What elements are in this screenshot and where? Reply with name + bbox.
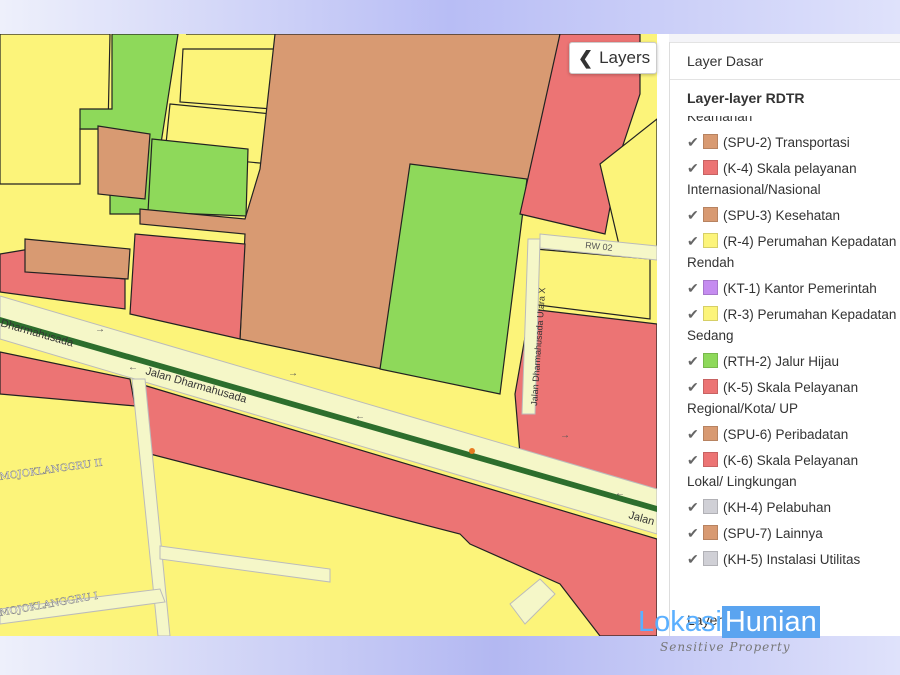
layer-item-label: (KH-5) Instalasi Utilitas bbox=[723, 552, 861, 567]
top-frame bbox=[0, 0, 900, 34]
checkbox-checked-icon[interactable]: ✔ bbox=[687, 205, 701, 226]
watermark-part1: Lokasi bbox=[638, 606, 722, 638]
layer-item[interactable]: ✔ (KT-1) Kantor Pemerintah bbox=[687, 278, 897, 299]
layer-item[interactable]: ✔ (SPU-2) Transportasi bbox=[687, 132, 897, 153]
layer-item[interactable]: ✔ (KH-5) Instalasi Utilitas bbox=[687, 549, 897, 570]
checkbox-checked-icon[interactable]: ✔ bbox=[687, 523, 701, 544]
layer-color-swatch bbox=[703, 280, 718, 295]
checkbox-checked-icon[interactable]: ✔ bbox=[687, 377, 701, 398]
layer-item-partial: Keamanan bbox=[687, 116, 897, 127]
watermark-tagline: Sensitive Property bbox=[660, 640, 791, 654]
layer-item-label: (SPU-3) Kesehatan bbox=[723, 208, 841, 223]
layer-item-label: (R-3) Perumahan Kepadatan Sedang bbox=[687, 307, 897, 343]
layer-item[interactable]: ✔ (K-5) Skala Pelayanan Regional/Kota/ UP bbox=[687, 377, 897, 419]
arrow-icon: ← bbox=[615, 488, 625, 499]
arrow-icon: ← bbox=[128, 362, 138, 373]
layer-item-label: (SPU-6) Peribadatan bbox=[723, 427, 849, 442]
layer-color-swatch bbox=[703, 379, 718, 394]
checkbox-checked-icon[interactable]: ✔ bbox=[687, 304, 701, 325]
chevron-left-icon: ❮ bbox=[578, 47, 594, 68]
layer-item-label: (SPU-7) Lainnya bbox=[723, 526, 823, 541]
layer-color-swatch bbox=[703, 134, 718, 149]
layer-color-swatch bbox=[703, 306, 718, 321]
layer-item[interactable]: ✔ (RTH-2) Jalur Hijau bbox=[687, 351, 897, 372]
layer-color-swatch bbox=[703, 452, 718, 467]
layers-toggle-button[interactable]: ❮ Layers bbox=[569, 42, 657, 74]
layer-color-swatch bbox=[703, 525, 718, 540]
layer-list[interactable]: Keamanan ✔ (SPU-2) Transportasi ✔ (K-4) Ska… bbox=[670, 116, 900, 604]
checkbox-checked-icon[interactable]: ✔ bbox=[687, 351, 701, 372]
layer-item[interactable]: ✔ (SPU-3) Kesehatan bbox=[687, 205, 897, 226]
arrow-icon: → bbox=[560, 430, 570, 441]
layer-color-swatch bbox=[703, 551, 718, 566]
layer-item[interactable]: ✔ (R-4) Perumahan Kepadatan Rendah bbox=[687, 231, 897, 273]
checkbox-checked-icon[interactable]: ✔ bbox=[687, 424, 701, 445]
layer-item-label: (KH-4) Pelabuhan bbox=[723, 500, 832, 515]
layer-color-swatch bbox=[703, 160, 718, 175]
layer-item[interactable]: ✔ (KH-4) Pelabuhan bbox=[687, 497, 897, 518]
poi-marker-icon[interactable] bbox=[469, 448, 475, 454]
arrow-icon: → bbox=[95, 324, 105, 335]
arrow-icon: ← bbox=[355, 411, 365, 422]
layer-item[interactable]: ✔ (K-4) Skala pelayanan Internasional/Nas… bbox=[687, 158, 897, 200]
watermark-logo: Lokasi Hunian bbox=[638, 606, 820, 639]
panel-gutter bbox=[657, 34, 669, 636]
checkbox-checked-icon[interactable]: ✔ bbox=[687, 158, 701, 179]
checkbox-checked-icon[interactable]: ✔ bbox=[687, 497, 701, 518]
layer-color-swatch bbox=[703, 353, 718, 368]
checkbox-checked-icon[interactable]: ✔ bbox=[687, 549, 701, 570]
layer-item-label: (SPU-2) Transportasi bbox=[723, 135, 850, 150]
layer-item-label: (KT-1) Kantor Pemerintah bbox=[723, 281, 877, 296]
layer-item[interactable]: ✔ (SPU-7) Lainnya bbox=[687, 523, 897, 544]
layer-item-label: (R-4) Perumahan Kepadatan Rendah bbox=[687, 234, 897, 270]
watermark-part2: Hunian bbox=[721, 606, 820, 638]
arrow-icon: → bbox=[288, 368, 298, 379]
layer-color-swatch bbox=[703, 426, 718, 441]
checkbox-checked-icon[interactable]: ✔ bbox=[687, 278, 701, 299]
layer-dasar-header[interactable]: Layer Dasar bbox=[670, 42, 900, 80]
layer-panel: Layer Dasar Layer-layer RDTR Keamanan ✔(… bbox=[669, 42, 900, 636]
layer-color-swatch bbox=[703, 233, 718, 248]
layer-item[interactable]: ✔ (R-3) Perumahan Kepadatan Sedang bbox=[687, 304, 897, 346]
layer-color-swatch bbox=[703, 499, 718, 514]
checkbox-checked-icon[interactable]: ✔ bbox=[687, 450, 701, 471]
rdtr-subheader[interactable]: Layer-layer RDTR bbox=[670, 80, 900, 116]
checkbox-checked-icon[interactable]: ✔ bbox=[687, 132, 701, 153]
layer-item[interactable]: ✔ (K-6) Skala Pelayanan Lokal/ Lingkungan bbox=[687, 450, 897, 492]
layers-button-label: Layers bbox=[599, 48, 651, 67]
map-canvas[interactable]: Dharmahusada Jalan Dharmahusada Jalan Ja… bbox=[0, 34, 657, 636]
layer-color-swatch bbox=[703, 207, 718, 222]
checkbox-checked-icon[interactable]: ✔ bbox=[687, 231, 701, 252]
layer-item-label: Keamanan bbox=[687, 116, 753, 124]
map-svg[interactable]: Dharmahusada Jalan Dharmahusada Jalan Ja… bbox=[0, 34, 657, 636]
layer-list-inner: Keamanan ✔ (SPU-2) Transportasi ✔ (K-4) Ska… bbox=[687, 116, 897, 575]
layer-item[interactable]: ✔ (SPU-6) Peribadatan bbox=[687, 424, 897, 445]
layer-item-label: (RTH-2) Jalur Hijau bbox=[723, 354, 840, 369]
